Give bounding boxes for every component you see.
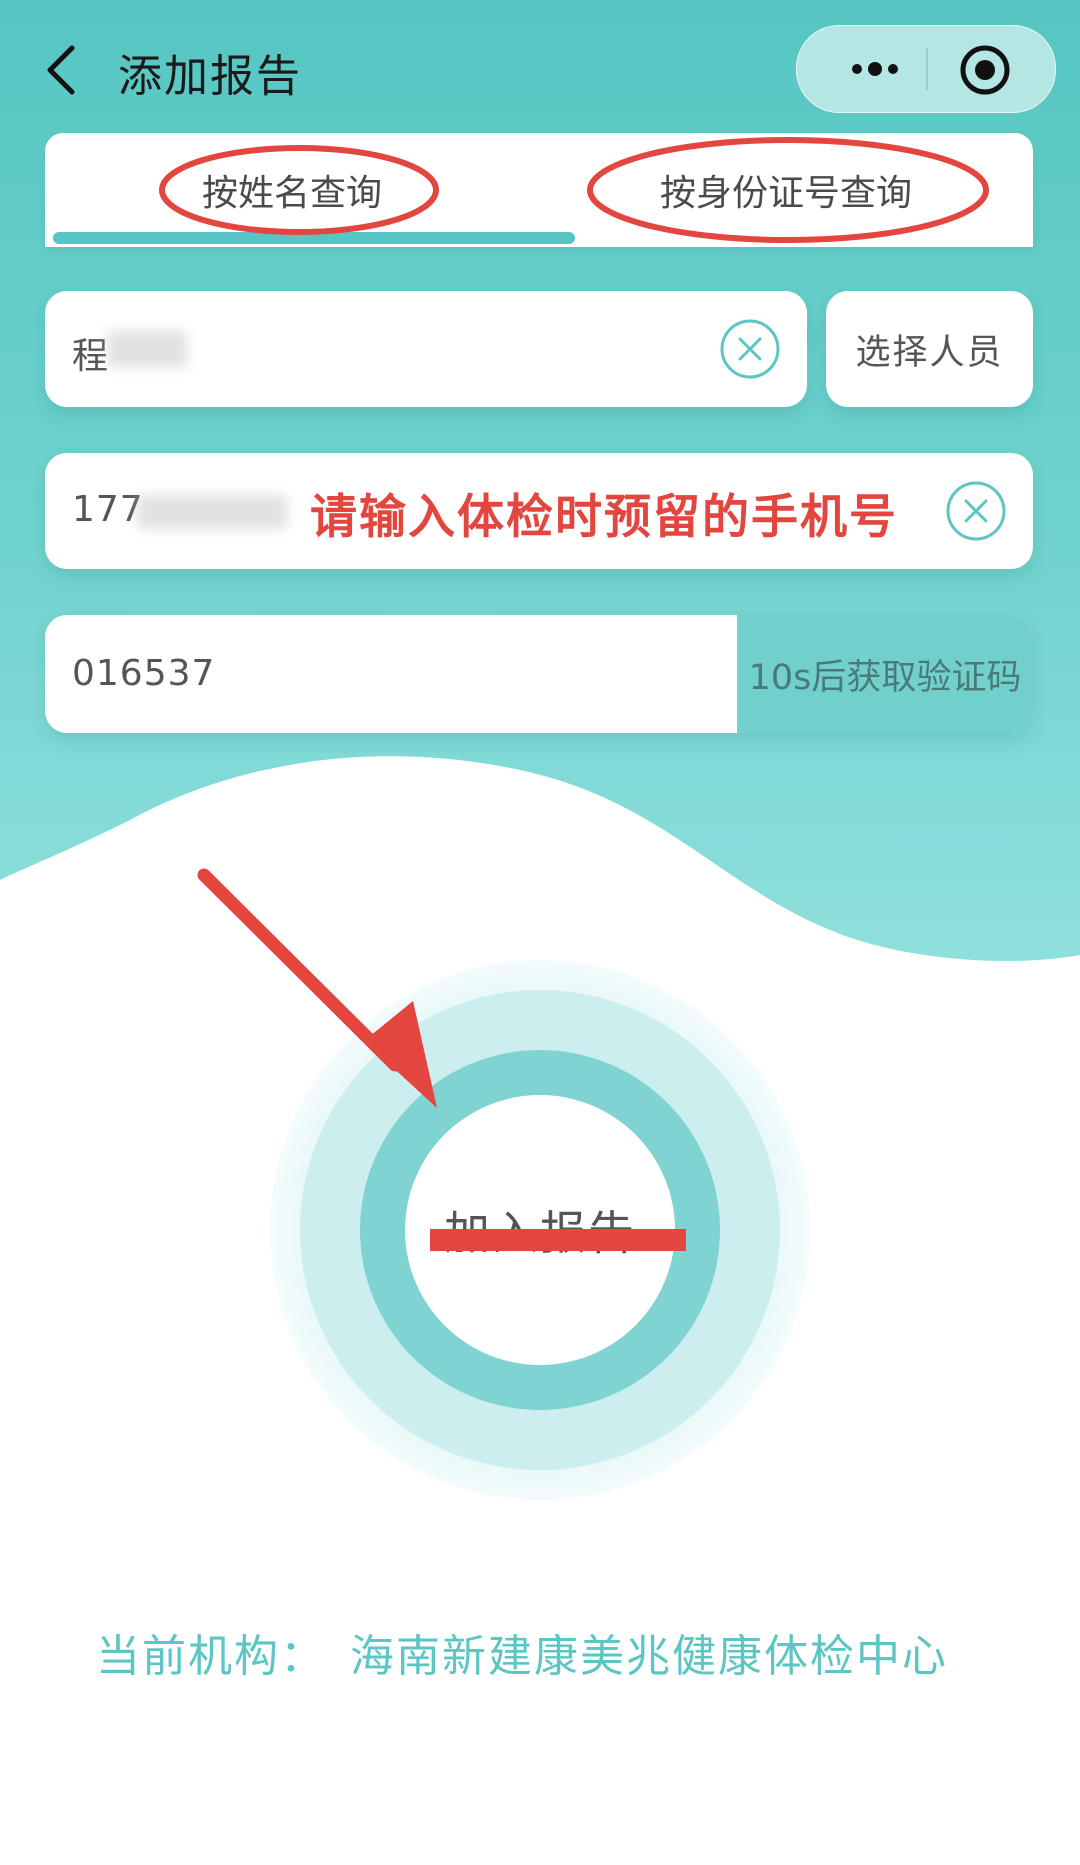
redaction-blur (107, 331, 187, 367)
code-value: 016537 (72, 653, 216, 694)
back-button[interactable] (30, 30, 100, 110)
capsule-divider (926, 48, 928, 90)
background-wave (0, 0, 1080, 962)
current-org-label: 当前机构： (96, 1631, 326, 1682)
chevron-left-icon (47, 45, 75, 95)
tab-by-id-number[interactable]: 按身份证号查询 (539, 133, 1033, 247)
select-person-button[interactable]: 选择人员 (826, 291, 1033, 407)
current-org: 当前机构： 海南新建康美兆健康体检中心 (96, 1620, 948, 1684)
target-circle-icon[interactable] (957, 42, 1013, 98)
more-dots-icon[interactable] (827, 44, 917, 94)
code-field[interactable]: 016537 10s后获取验证码 (45, 615, 1033, 733)
get-code-button[interactable]: 10s后获取验证码 (737, 615, 1033, 733)
clear-name-icon[interactable] (719, 318, 781, 380)
clear-phone-icon[interactable] (945, 480, 1007, 542)
name-value: 程 (72, 336, 110, 377)
current-org-name: 海南新建康美兆健康体检中心 (350, 1631, 948, 1682)
join-report-area: 加入报告 (270, 960, 810, 1500)
phone-hint-annotation: 请输入体检时预留的手机号 (310, 490, 898, 545)
tab-by-name-label: 按姓名查询 (201, 173, 382, 214)
mini-program-capsule (796, 25, 1056, 113)
join-report-label: 加入报告 (444, 1206, 636, 1260)
get-code-label: 10s后获取验证码 (748, 657, 1022, 698)
tab-by-name[interactable]: 按姓名查询 (45, 133, 539, 247)
tab-by-id-number-label: 按身份证号查询 (659, 173, 912, 214)
navbar: 添加报告 (0, 0, 1080, 135)
active-tab-indicator (53, 232, 575, 244)
name-field[interactable]: 程 (45, 291, 807, 407)
query-tabs: 按姓名查询 按身份证号查询 (45, 133, 1033, 247)
select-person-label: 选择人员 (855, 332, 1004, 373)
phone-value: 177 (72, 489, 144, 530)
join-report-button[interactable]: 加入报告 (405, 1095, 675, 1365)
redaction-blur (137, 495, 287, 529)
page-title: 添加报告 (118, 51, 302, 102)
